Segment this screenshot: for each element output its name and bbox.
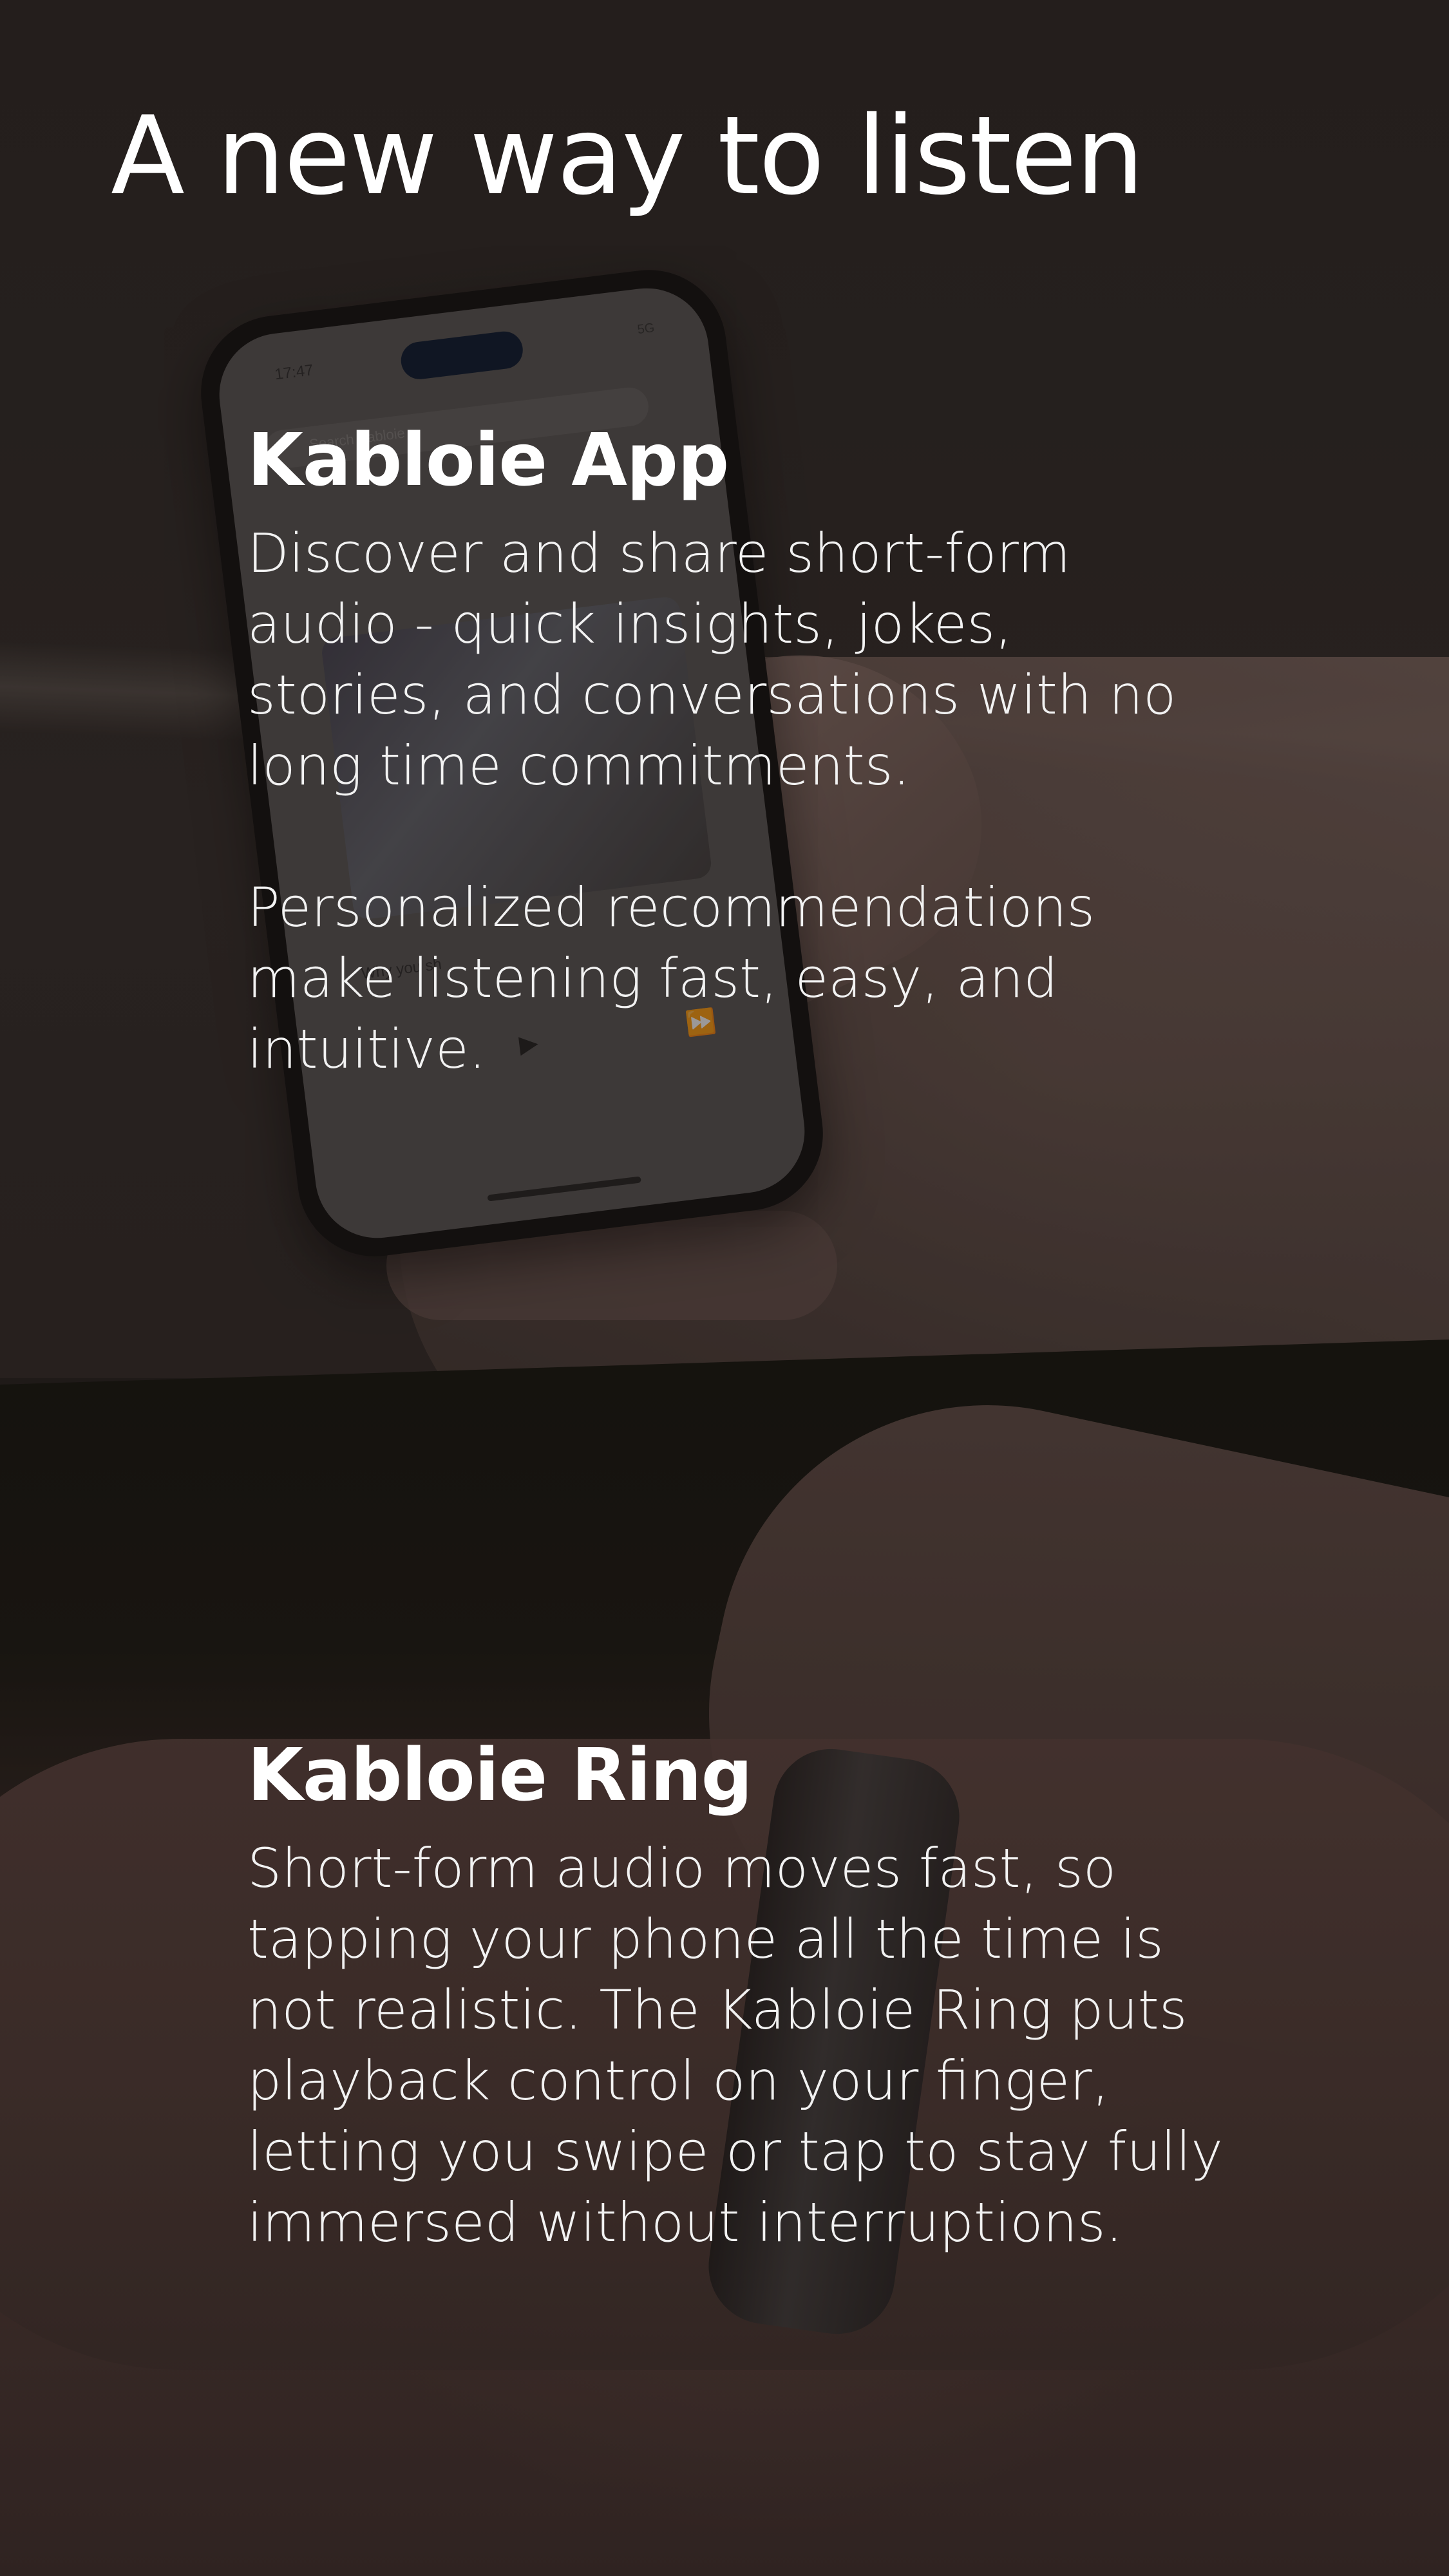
app-feature-title: Kabloie App: [247, 419, 729, 502]
ring-feature-block: Kabloie Ring Short-form audio moves fast…: [247, 1732, 1342, 2258]
app-feature-recommendations: Personalized recommendations make listen…: [247, 876, 1095, 1081]
page-headline: A new way to listen: [111, 93, 1144, 219]
ring-feature-title: Kabloie Ring: [247, 1734, 753, 1817]
promo-page: 17:47 5G Search Kabloie Why you sh ▶ ⏩ A…: [0, 0, 1449, 2576]
ring-feature-description: Short-form audio moves fast, so tapping …: [247, 1837, 1223, 2255]
app-feature-description: Discover and share short-form audio - qu…: [247, 522, 1177, 798]
app-feature-block: Kabloie App Discover and share short-for…: [247, 417, 1342, 1084]
